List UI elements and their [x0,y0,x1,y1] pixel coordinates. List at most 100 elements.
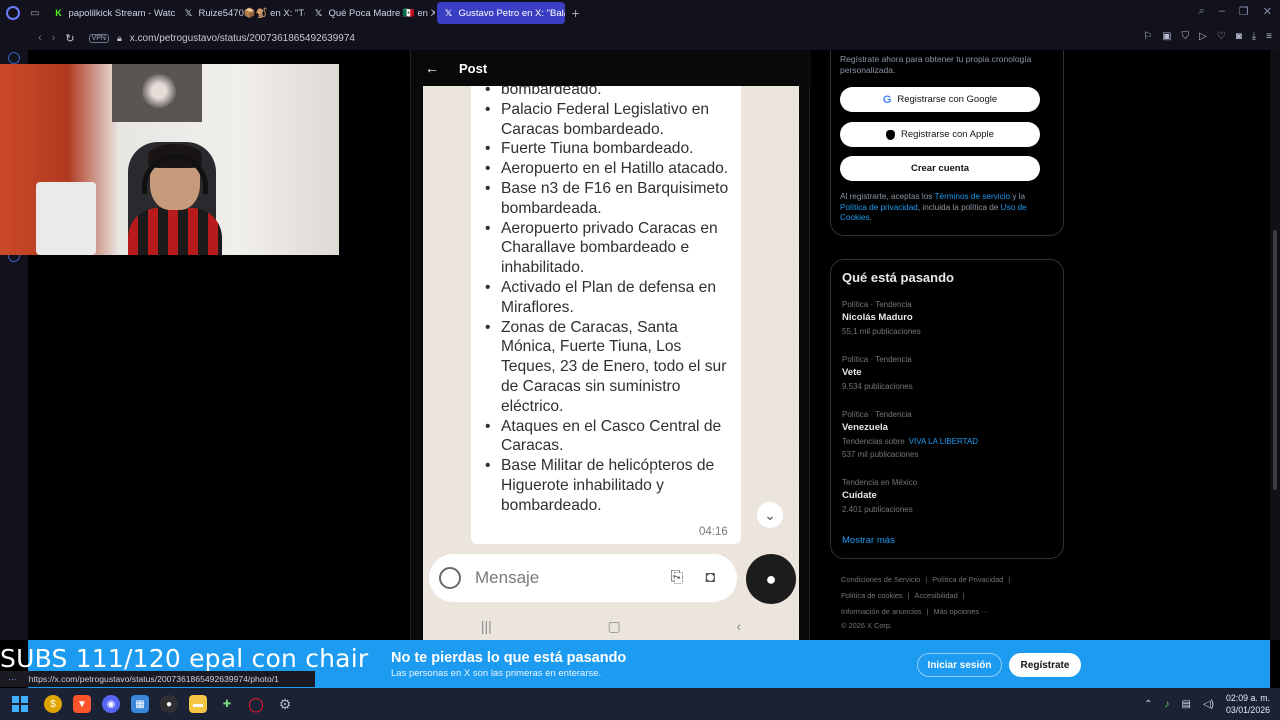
play-icon[interactable]: ▷ [1199,31,1207,42]
discord-icon[interactable]: ◉ [102,695,120,713]
streamer [128,144,222,255]
workspaces-icon[interactable]: ▭ [30,8,39,19]
list-item: Zonas de Caracas, Santa Mónica, Fuerte T… [483,318,733,417]
trends-title: Qué está pasando [842,270,954,285]
opera-icon[interactable]: ◯ [247,695,265,713]
terms-link[interactable]: Términos de servicio [935,192,1011,201]
heart-icon[interactable]: ♡ [1217,31,1226,42]
store-icon[interactable]: ▦ [131,695,149,713]
obs-icon[interactable]: ● [160,695,178,713]
system-tray: ⌃ ♪ ▤ ◁) 02:09 a. m. 03/01/2026 [1144,692,1270,716]
message-time: 04:16 [699,526,728,538]
clock[interactable]: 02:09 a. m. 03/01/2026 [1226,692,1270,716]
back-arrow-icon[interactable]: ← [425,60,439,76]
scrollbar-thumb[interactable] [1273,230,1277,490]
google-signup-button[interactable]: G Registrarse con Google [840,87,1040,112]
footer-link[interactable]: Política de Privacidad [932,575,1003,584]
chat-message-list: bombardeado. Palacio Federal Legislativo… [483,86,733,516]
message-input-placeholder: Mensaje [475,568,540,587]
signup-intro: Regístrate ahora para obtener tu propia … [840,54,1032,75]
privacy-link[interactable]: Política de privacidad [840,203,918,212]
status-url-bar: ··· https://x.com/petrogustavo/status/20… [0,671,315,687]
snapshot-icon[interactable]: ▣ [1162,31,1171,42]
attach-icon: ⎘ [670,569,684,586]
more-icon: ··· [8,674,17,684]
search-icon[interactable]: ⌕ [1199,5,1205,18]
page-scrollbar[interactable] [1270,50,1280,640]
tab-gustavo-petro[interactable]: 𝕏 Gustavo Petro en X: "Bala [437,2,566,24]
new-tab-button[interactable]: + [571,5,579,21]
brave-icon[interactable]: ▼ [73,695,91,713]
toolbar-icons: ⚐ ▣ ⛉ ▷ ♡ ◙ ⤓ ≡ [1143,31,1272,42]
x-icon: 𝕏 [314,7,323,18]
trend-item[interactable]: Política · Tendencia Venezuela Tendencia… [842,410,1052,459]
create-account-button[interactable]: Crear cuenta [840,156,1040,181]
volume-icon[interactable]: ◁) [1203,699,1214,710]
webcam-overlay [0,64,339,255]
reload-icon[interactable]: ↻ [65,32,74,45]
window-controls: ⌕ – ❐ ✕ [1199,5,1272,18]
list-item: Ataques en el Casco Central de Caracas. [483,417,733,457]
url-field[interactable]: x.com/petrogustavo/status/20073618654926… [130,33,355,44]
stream-overlay-text: SUBS 111/120 epal con chair [0,644,369,673]
related-trend-link[interactable]: VIVA LA LIBERTAD [909,437,978,446]
list-item: bombardeado. [483,86,733,100]
windows-taskbar: $ ▼ ◉ ▦ ● ▬ ✚ ◯ ⚙ ⌃ ♪ ▤ ◁) 02:09 a. m. 0… [0,688,1280,720]
network-icon[interactable]: ▤ [1181,699,1190,710]
page-footer: Condiciones de Servicio | Política de Priv… [841,572,1061,632]
trend-item[interactable]: Política · Tendencia Nicolás Maduro 55,1… [842,300,1052,336]
footer-link[interactable]: Accesibilidad [915,591,958,600]
trend-item[interactable]: Tendencia en México Cuídate 2.401 public… [842,478,1052,514]
footer-link[interactable]: Más opciones ··· [933,607,988,616]
modal-header: ← Post [411,50,811,86]
login-button[interactable]: Iniciar sesión [917,653,1002,677]
coin-app-icon[interactable]: $ [44,695,62,713]
microphone-icon[interactable]: ♪ [1164,699,1169,710]
apple-icon [886,129,896,140]
chat-screenshot-image[interactable]: bombardeado. Palacio Federal Legislativo… [423,86,799,640]
opera-logo-icon[interactable] [6,6,20,20]
sidebar-app-icon[interactable] [8,52,20,64]
copyright: © 2026 X Corp. [841,621,893,630]
chevron-up-icon[interactable]: ⌃ [1144,699,1152,710]
footer-link[interactable]: Condiciones de Servicio [841,575,920,584]
wallet-icon[interactable]: ◙ [1236,31,1242,42]
tab-que-poca-madre[interactable]: 𝕏 Qué Poca Madre 🇲🇽 en X: [307,2,436,24]
game-controller-icon[interactable]: ✚ [218,695,236,713]
list-item: Aeropuerto en el Hatillo atacado. [483,159,733,179]
list-item: Palacio Federal Legislativo en Caracas b… [483,100,733,140]
bookmark-icon[interactable]: ⚐ [1143,31,1152,42]
show-more-link[interactable]: Mostrar más [842,535,895,546]
recents-icon: ||| [480,618,492,634]
footer-link[interactable]: Información de anuncios [841,607,922,616]
shield-icon[interactable]: ⛉ [1182,31,1190,42]
post-title: Post [459,60,488,76]
heater [36,182,96,255]
close-icon[interactable]: ✕ [1263,5,1272,18]
trend-item[interactable]: Política · Tendencia Vete 9.534 publicac… [842,355,1052,391]
list-item: Aeropuerto privado Caracas en Charallave… [483,219,733,278]
camera-icon: ◘ [705,569,715,586]
banner-title: No te pierdas lo que está pasando [391,650,627,666]
file-explorer-icon[interactable]: ▬ [189,695,207,713]
windows-start-icon[interactable] [12,696,28,712]
tab-kick-stream[interactable]: K papolilkick Stream - Watc [47,2,175,24]
back-icon: ‹ [736,618,742,634]
download-icon[interactable]: ⤓ [1252,31,1256,42]
forward-icon[interactable]: › [52,32,56,44]
minimize-icon[interactable]: – [1219,5,1225,18]
footer-link[interactable]: Política de cookies [841,591,903,600]
tab-ruize[interactable]: 𝕏 Ruize5470📦🐒 en X: "T( [177,2,306,24]
menu-icon[interactable]: ≡ [1266,31,1272,42]
x-icon: 𝕏 [184,7,193,18]
scroll-down-icon: ⌄ [757,502,783,528]
back-icon[interactable]: ‹ [38,32,42,44]
apple-signup-button[interactable]: Registrarse con Apple [840,122,1040,147]
browser-tab-bar: ▭ K papolilkick Stream - Watc 𝕏 Ruize547… [0,0,1280,26]
maximize-icon[interactable]: ❐ [1239,5,1249,18]
register-button[interactable]: Regístrate [1009,653,1081,677]
wall-picture [112,64,202,122]
vpn-badge[interactable]: VPN [88,33,109,43]
lock-icon[interactable]: 🔒︎ [117,33,122,44]
settings-icon[interactable]: ⚙ [276,695,294,713]
